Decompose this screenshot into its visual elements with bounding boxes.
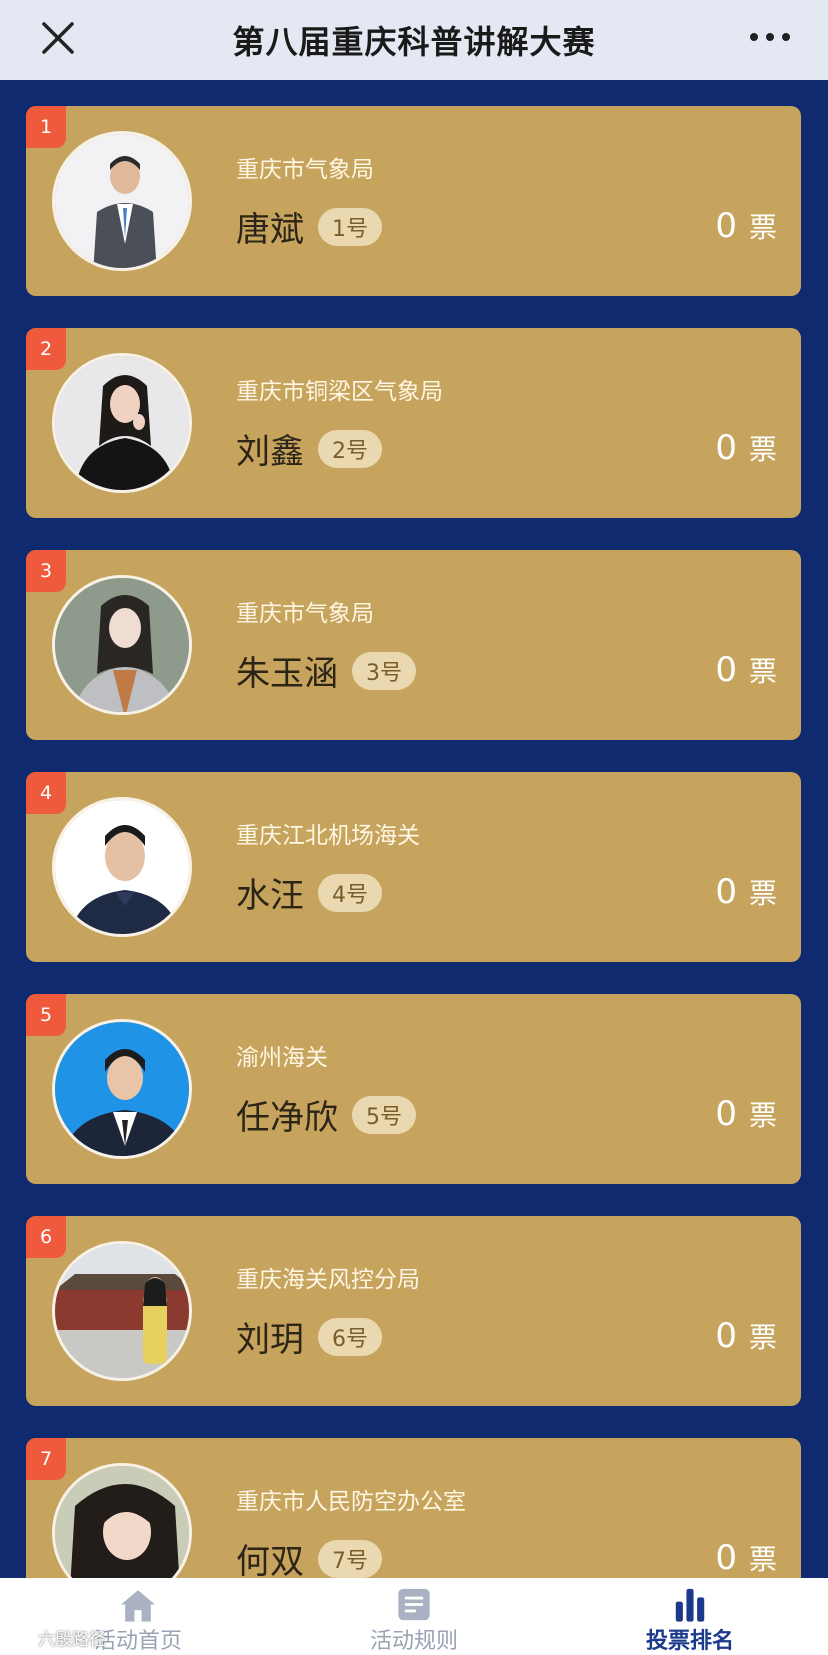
contestant-org: 重庆市气象局 — [236, 601, 374, 627]
contestant-card[interactable]: 2 重庆市铜梁区气象局 刘鑫 2号 0 票 — [26, 328, 801, 518]
contestant-org: 重庆江北机场海关 — [236, 823, 420, 849]
vote-count-value: 0 — [715, 206, 737, 246]
rank-badge: 2 — [26, 328, 66, 370]
bottom-tab-bar: 活动首页 活动规则 投票排名 — [0, 1578, 828, 1655]
vote-unit: 票 — [748, 433, 777, 466]
contestant-org: 重庆市铜梁区气象局 — [236, 379, 443, 405]
contestant-card[interactable]: 1 重庆市气象局 唐斌 1号 0 票 — [26, 106, 801, 296]
vote-unit: 票 — [748, 1321, 777, 1354]
contestant-number-badge: 5号 — [352, 1095, 416, 1134]
contestant-org: 渝州海关 — [236, 1045, 328, 1071]
contestant-number-badge: 1号 — [318, 207, 382, 246]
tab-label: 投票排名 — [645, 1629, 734, 1654]
vote-unit: 票 — [748, 877, 777, 910]
rank-badge: 6 — [26, 1216, 66, 1258]
vote-count: 0 票 — [715, 206, 777, 246]
contestant-number-badge: 7号 — [318, 1539, 382, 1578]
rank-badge: 4 — [26, 772, 66, 814]
vote-count: 0 票 — [715, 1094, 777, 1134]
name-row: 水汪 4号 — [236, 868, 382, 917]
tab-vote-ranking[interactable]: 投票排名 — [552, 1578, 828, 1655]
bar-chart-icon — [675, 1588, 705, 1622]
vote-count: 0 票 — [715, 428, 777, 468]
avatar — [52, 797, 192, 937]
vote-count-value: 0 — [715, 1094, 737, 1134]
close-icon[interactable] — [38, 18, 78, 58]
name-row: 何双 7号 — [236, 1534, 382, 1578]
avatar — [52, 1241, 192, 1381]
name-row: 唐斌 1号 — [236, 202, 382, 251]
vote-count-value: 0 — [715, 428, 737, 468]
name-row: 刘玥 6号 — [236, 1312, 382, 1361]
contestant-name: 刘玥 — [236, 1320, 304, 1360]
vote-count-value: 0 — [715, 872, 737, 912]
home-icon — [120, 1590, 156, 1622]
vote-count-value: 0 — [715, 1316, 737, 1356]
watermark-logo-icon — [11, 1630, 33, 1646]
more-dots-icon[interactable] — [748, 22, 792, 52]
contestant-card[interactable]: 3 重庆市气象局 朱玉涵 3号 0 票 — [26, 550, 801, 740]
avatar — [52, 1463, 192, 1578]
avatar — [52, 1019, 192, 1159]
tab-label: 活动规则 — [369, 1629, 458, 1654]
contestant-list: 1 重庆市气象局 唐斌 1号 0 票 2 重庆市铜梁区气象局 刘鑫 2号 0 票… — [0, 80, 828, 1578]
contestant-org: 重庆海关风控分局 — [236, 1267, 420, 1293]
watermark: 六殷路径 — [10, 1625, 106, 1650]
rank-badge: 1 — [26, 106, 66, 148]
contestant-number-badge: 4号 — [318, 873, 382, 912]
contestant-name: 刘鑫 — [236, 432, 304, 472]
contestant-name: 朱玉涵 — [236, 654, 338, 694]
contestant-name: 任净欣 — [236, 1098, 338, 1138]
vote-count: 0 票 — [715, 650, 777, 690]
contestant-card[interactable]: 5 渝州海关 任净欣 5号 0 票 — [26, 994, 801, 1184]
tab-rules[interactable]: 活动规则 — [276, 1578, 552, 1655]
avatar — [52, 575, 192, 715]
contestant-card[interactable]: 4 重庆江北机场海关 水汪 4号 0 票 — [26, 772, 801, 962]
rank-badge: 7 — [26, 1438, 66, 1480]
avatar — [52, 131, 192, 271]
name-row: 任净欣 5号 — [236, 1090, 416, 1139]
contestant-name: 唐斌 — [236, 210, 304, 250]
rank-badge: 3 — [26, 550, 66, 592]
name-row: 刘鑫 2号 — [236, 424, 382, 473]
vote-count: 0 票 — [715, 1538, 777, 1578]
vote-unit: 票 — [748, 1099, 777, 1132]
avatar — [52, 353, 192, 493]
contestant-number-badge: 3号 — [352, 651, 416, 690]
contestant-number-badge: 2号 — [318, 429, 382, 468]
contestant-org: 重庆市人民防空办公室 — [236, 1489, 466, 1515]
contestant-name: 何双 — [236, 1542, 304, 1578]
vote-unit: 票 — [748, 1543, 777, 1576]
contestant-card[interactable]: 7 重庆市人民防空办公室 何双 7号 0 票 — [26, 1438, 801, 1578]
top-bar: 第八届重庆科普讲解大赛 — [0, 0, 828, 80]
page-title: 第八届重庆科普讲解大赛 — [232, 23, 596, 61]
contestant-name: 水汪 — [236, 876, 304, 916]
vote-count-value: 0 — [715, 1538, 737, 1578]
rank-badge: 5 — [26, 994, 66, 1036]
contestant-card[interactable]: 6 重庆海关风控分局 刘玥 6号 0 票 — [26, 1216, 801, 1406]
tab-label: 活动首页 — [93, 1629, 182, 1654]
document-icon — [398, 1588, 430, 1621]
watermark-text: 六殷路径 — [38, 1630, 106, 1650]
contestant-number-badge: 6号 — [318, 1317, 382, 1356]
vote-unit: 票 — [748, 211, 777, 244]
vote-count: 0 票 — [715, 1316, 777, 1356]
name-row: 朱玉涵 3号 — [236, 646, 416, 695]
contestant-org: 重庆市气象局 — [236, 157, 374, 183]
vote-count-value: 0 — [715, 650, 737, 690]
vote-count: 0 票 — [715, 872, 777, 912]
vote-unit: 票 — [748, 655, 777, 688]
